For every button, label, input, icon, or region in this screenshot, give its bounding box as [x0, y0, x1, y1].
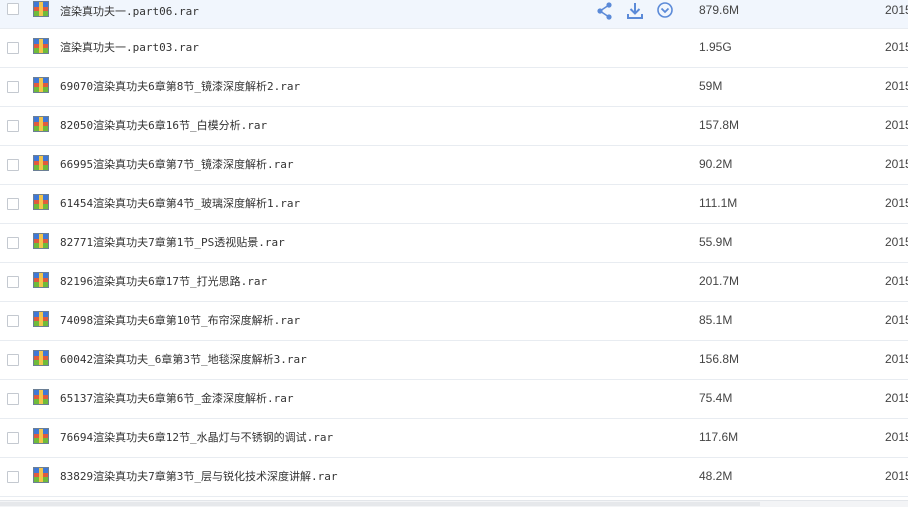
- file-row[interactable]: 66995渲染真功夫6章第7节_镜漆深度解析.rar 90.2M 2015: [0, 146, 908, 185]
- file-date: 2015: [885, 40, 908, 54]
- scrollbar-thumb[interactable]: [0, 502, 760, 506]
- file-list: 渲染真功夫一.part06.rar 879.6M 201 渲染真功夫一.part…: [0, 0, 908, 497]
- file-size: 201.7M: [699, 274, 740, 288]
- row-checkbox[interactable]: [7, 354, 19, 366]
- file-name[interactable]: 渲染真功夫一.part06.rar: [60, 3, 199, 19]
- rar-archive-icon: [33, 1, 49, 17]
- rar-archive-icon: [33, 311, 49, 327]
- rar-archive-icon: [33, 155, 49, 171]
- row-actions: [595, 1, 685, 21]
- file-size: 55.9M: [699, 235, 733, 249]
- rar-archive-icon: [33, 467, 49, 483]
- row-checkbox[interactable]: [7, 42, 19, 54]
- rar-archive-icon: [33, 38, 49, 54]
- file-name[interactable]: 83829渲染真功夫7章第3节_层与锐化技术深度讲解.rar: [60, 468, 337, 484]
- file-row[interactable]: 74098渲染真功夫6章第10节_布帘深度解析.rar 85.1M 2015: [0, 302, 908, 341]
- rar-archive-icon: [33, 116, 49, 132]
- row-checkbox[interactable]: [7, 237, 19, 249]
- file-size: 59M: [699, 79, 723, 93]
- file-size: 879.6M: [699, 3, 740, 17]
- share-icon[interactable]: [595, 1, 615, 21]
- rar-archive-icon: [33, 350, 49, 366]
- row-checkbox[interactable]: [7, 120, 19, 132]
- file-date: 2015: [885, 118, 908, 132]
- row-checkbox[interactable]: [7, 159, 19, 171]
- row-checkbox[interactable]: [7, 471, 19, 483]
- file-row[interactable]: 76694渲染真功夫6章12节_水晶灯与不锈钢的调试.rar 117.6M 20…: [0, 419, 908, 458]
- file-row[interactable]: 65137渲染真功夫6章第6节_金漆深度解析.rar 75.4M 2015: [0, 380, 908, 419]
- file-date: 2015: [885, 430, 908, 444]
- file-name[interactable]: 69070渲染真功夫6章第8节_镜漆深度解析2.rar: [60, 78, 300, 94]
- row-checkbox[interactable]: [7, 276, 19, 288]
- row-checkbox[interactable]: [7, 198, 19, 210]
- file-row[interactable]: 82050渲染真功夫6章16节_白模分析.rar 157.8M 2015: [0, 107, 908, 146]
- file-date: 2015: [885, 235, 908, 249]
- file-date: 2015: [885, 157, 908, 171]
- file-name[interactable]: 74098渲染真功夫6章第10节_布帘深度解析.rar: [60, 312, 300, 328]
- row-checkbox[interactable]: [7, 315, 19, 327]
- file-name[interactable]: 66995渲染真功夫6章第7节_镜漆深度解析.rar: [60, 156, 293, 172]
- download-icon[interactable]: [625, 1, 645, 21]
- file-date: 2015: [885, 274, 908, 288]
- rar-archive-icon: [33, 77, 49, 93]
- file-name[interactable]: 61454渲染真功夫6章第4节_玻璃深度解析1.rar: [60, 195, 300, 211]
- file-date: 2015: [885, 352, 908, 366]
- file-row[interactable]: 82771渲染真功夫7章第1节_PS透视贴景.rar 55.9M 2015: [0, 224, 908, 263]
- row-checkbox[interactable]: [7, 432, 19, 444]
- file-row[interactable]: 83829渲染真功夫7章第3节_层与锐化技术深度讲解.rar 48.2M 201…: [0, 458, 908, 497]
- file-name[interactable]: 82050渲染真功夫6章16节_白模分析.rar: [60, 117, 267, 133]
- file-size: 111.1M: [699, 196, 738, 210]
- file-size: 75.4M: [699, 391, 733, 405]
- file-name[interactable]: 60042渲染真功夫_6章第3节_地毯深度解析3.rar: [60, 351, 307, 367]
- file-row[interactable]: 82196渲染真功夫6章17节_打光思路.rar 201.7M 2015: [0, 263, 908, 302]
- rar-archive-icon: [33, 272, 49, 288]
- file-row[interactable]: 渲染真功夫一.part03.rar 1.95G 2015: [0, 29, 908, 68]
- row-checkbox[interactable]: [7, 393, 19, 405]
- rar-archive-icon: [33, 428, 49, 444]
- file-date: 2015: [885, 3, 908, 17]
- file-date: 2015: [885, 469, 908, 483]
- file-size: 1.95G: [699, 40, 732, 54]
- chevron-down-circle-icon[interactable]: [655, 1, 675, 21]
- file-name[interactable]: 82771渲染真功夫7章第1节_PS透视贴景.rar: [60, 234, 285, 250]
- file-size: 48.2M: [699, 469, 733, 483]
- file-date: 2015: [885, 391, 908, 405]
- file-row[interactable]: 渲染真功夫一.part06.rar 879.6M 201: [0, 0, 908, 29]
- file-size: 157.8M: [699, 118, 740, 132]
- file-size: 90.2M: [699, 157, 733, 171]
- rar-archive-icon: [33, 233, 49, 249]
- rar-archive-icon: [33, 389, 49, 405]
- file-size: 117.6M: [699, 430, 739, 444]
- file-date: 2015: [885, 313, 908, 327]
- file-date: 2015: [885, 79, 908, 93]
- file-date: 2015: [885, 196, 908, 210]
- file-row[interactable]: 60042渲染真功夫_6章第3节_地毯深度解析3.rar 156.8M 2015: [0, 341, 908, 380]
- file-name[interactable]: 82196渲染真功夫6章17节_打光思路.rar: [60, 273, 267, 289]
- file-name[interactable]: 65137渲染真功夫6章第6节_金漆深度解析.rar: [60, 390, 293, 406]
- rar-archive-icon: [33, 194, 49, 210]
- file-size: 156.8M: [699, 352, 740, 366]
- file-row[interactable]: 69070渲染真功夫6章第8节_镜漆深度解析2.rar 59M 2015: [0, 68, 908, 107]
- row-checkbox[interactable]: [7, 81, 19, 93]
- file-row[interactable]: 61454渲染真功夫6章第4节_玻璃深度解析1.rar 111.1M 2015: [0, 185, 908, 224]
- file-name[interactable]: 渲染真功夫一.part03.rar: [60, 39, 199, 55]
- file-name[interactable]: 76694渲染真功夫6章12节_水晶灯与不锈钢的调试.rar: [60, 429, 333, 445]
- file-size: 85.1M: [699, 313, 733, 327]
- row-checkbox[interactable]: [7, 3, 19, 15]
